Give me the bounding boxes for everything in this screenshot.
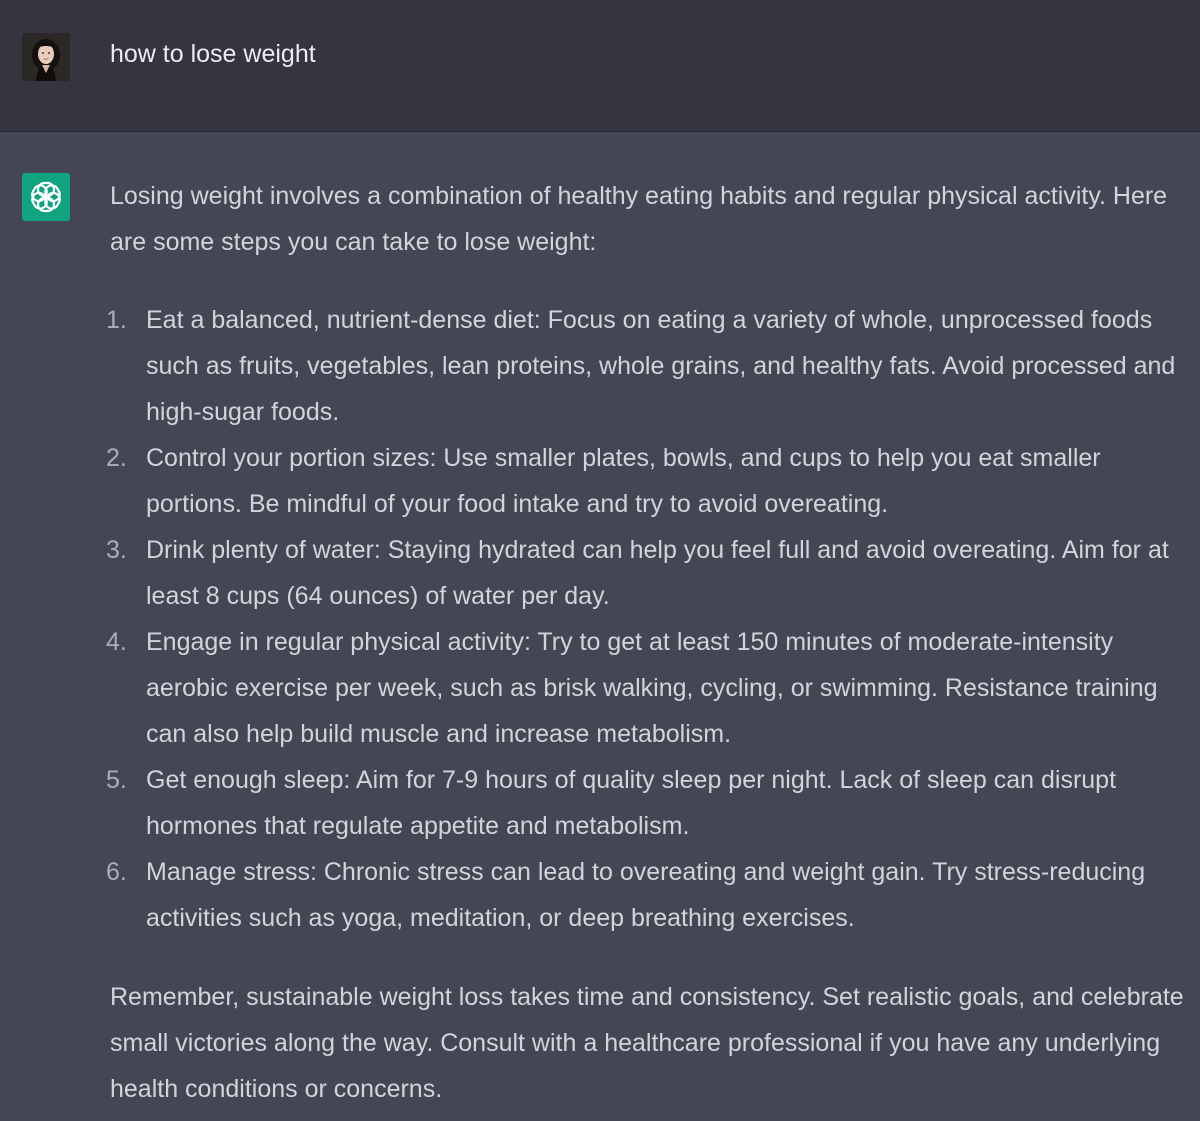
list-item-text: Get enough sleep: Aim for 7-9 hours of q… — [146, 766, 1117, 840]
user-message-row: how to lose weight — [0, 0, 1200, 132]
list-item-number: 2. — [106, 444, 127, 472]
assistant-avatar — [22, 173, 70, 221]
list-item: 6. Manage stress: Chronic stress can lea… — [106, 849, 1188, 941]
list-item-text: Eat a balanced, nutrient-dense diet: Foc… — [146, 306, 1176, 426]
user-avatar — [22, 33, 70, 81]
list-item-number: 1. — [106, 306, 127, 334]
list-item: 2. Control your portion sizes: Use small… — [106, 435, 1188, 527]
list-item-number: 5. — [106, 766, 127, 794]
list-item: 3. Drink plenty of water: Staying hydrat… — [106, 527, 1188, 619]
user-message-text: how to lose weight — [110, 40, 316, 68]
list-item-number: 3. — [106, 536, 127, 564]
list-item-number: 4. — [106, 628, 127, 656]
user-avatar-photo-icon — [22, 33, 70, 81]
list-item-number: 6. — [106, 858, 127, 886]
assistant-intro: Losing weight involves a combination of … — [110, 182, 1168, 256]
list-item-text: Manage stress: Chronic stress can lead t… — [146, 858, 1146, 932]
list-item: 4. Engage in regular physical activity: … — [106, 619, 1188, 757]
list-item: 5. Get enough sleep: Aim for 7-9 hours o… — [106, 757, 1188, 849]
list-item-text: Control your portion sizes: Use smaller … — [146, 444, 1101, 518]
list-item-text: Drink plenty of water: Staying hydrated … — [146, 536, 1169, 610]
list-item-text: Engage in regular physical activity: Try… — [146, 628, 1158, 748]
openai-logo-icon — [31, 181, 61, 213]
assistant-message-row: Losing weight involves a combination of … — [0, 132, 1200, 1121]
steps-list: 1. Eat a balanced, nutrient-dense diet: … — [106, 297, 1188, 941]
assistant-closing: Remember, sustainable weight loss takes … — [110, 983, 1184, 1103]
assistant-message-body: Losing weight involves a combination of … — [106, 173, 1188, 1112]
list-item: 1. Eat a balanced, nutrient-dense diet: … — [106, 297, 1188, 435]
